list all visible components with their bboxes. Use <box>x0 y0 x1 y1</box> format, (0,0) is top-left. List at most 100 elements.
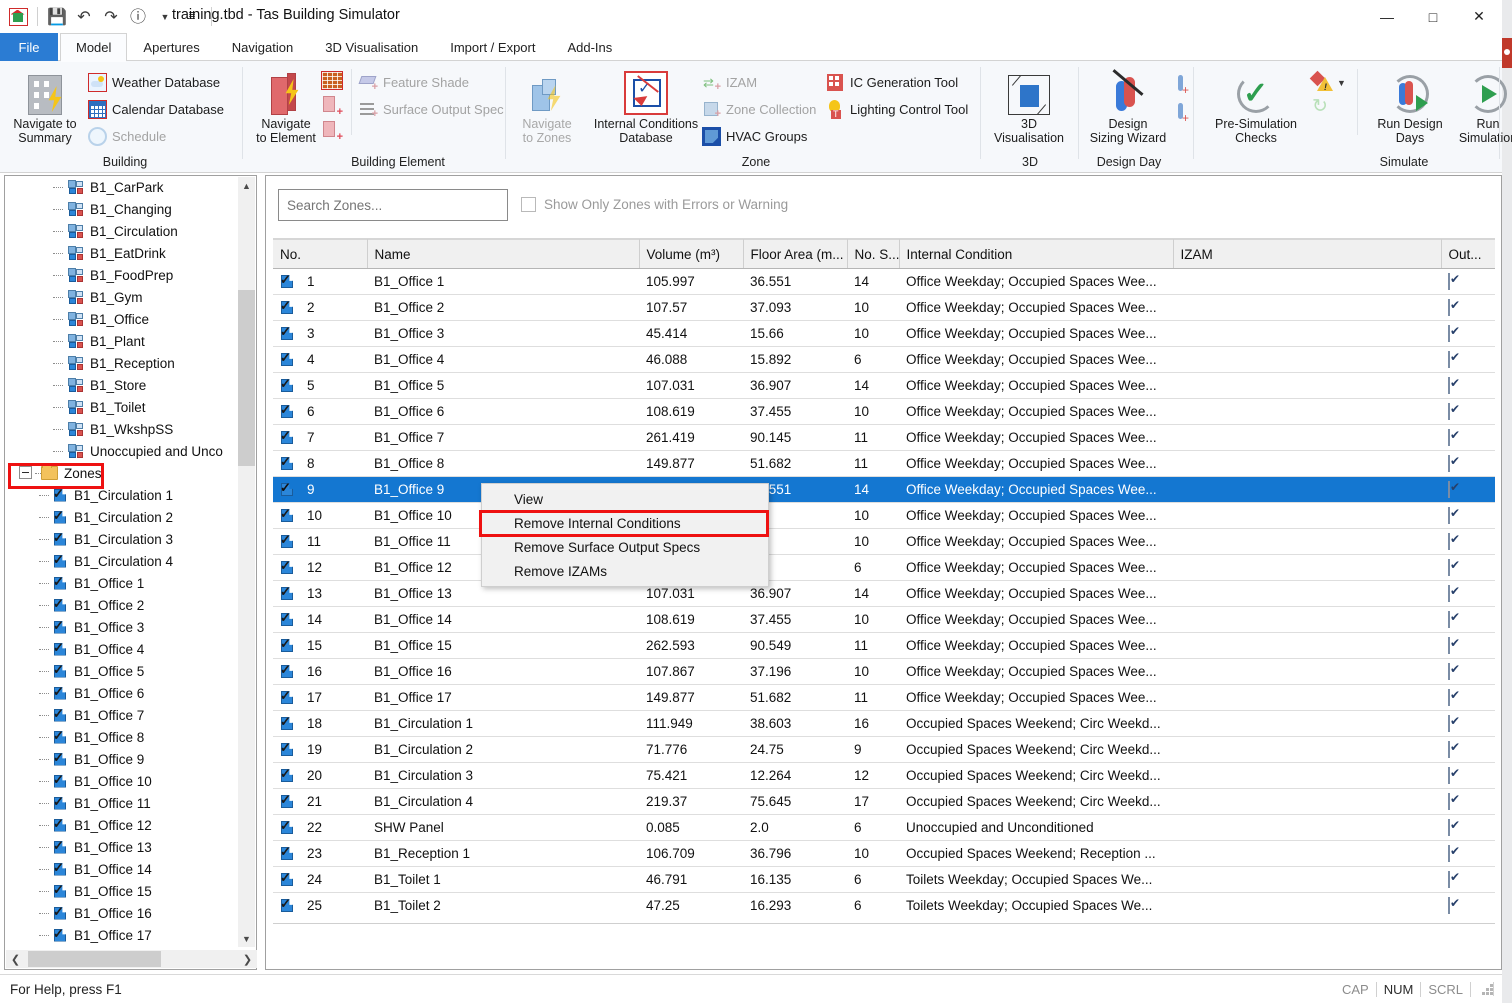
design-sizing-wizard-button[interactable]: Design Sizing Wizard <box>1082 65 1174 145</box>
tree-node-internal-condition[interactable]: B1_Reception <box>5 352 239 374</box>
zones-table-wrapper[interactable]: No. Name Volume (m³) Floor Area (m... No… <box>273 238 1495 918</box>
table-row[interactable]: ✓ 6 B1_Office 6 108.619 37.455 10 Office Weekd… <box>273 398 1495 425</box>
output-checkbox[interactable] <box>1448 897 1450 914</box>
show-only-errors-checkbox[interactable]: Show Only Zones with Errors or Warning <box>521 197 788 212</box>
output-checkbox[interactable] <box>1448 767 1450 784</box>
output-checkbox[interactable] <box>1448 351 1450 368</box>
add-design-day-temperature-icon[interactable]: + <box>1175 75 1189 97</box>
search-input[interactable] <box>278 189 508 221</box>
collapse-zones-icon[interactable] <box>19 466 32 479</box>
brick-wall-icon[interactable] <box>321 71 343 90</box>
cell-output[interactable] <box>1441 346 1495 373</box>
tree-node-internal-condition[interactable]: B1_Changing <box>5 198 239 220</box>
column-header-izam[interactable]: IZAM <box>1173 239 1442 269</box>
cell-output[interactable] <box>1441 450 1495 477</box>
tree-node-zone[interactable]: ✓ B1_Office 10 <box>5 770 239 792</box>
table-row[interactable]: ✓ 2 B1_Office 2 107.57 37.093 10 Office Weekda… <box>273 294 1495 321</box>
cell-output[interactable] <box>1441 632 1495 659</box>
cell-output[interactable] <box>1441 892 1495 918</box>
cell-output[interactable] <box>1441 762 1495 789</box>
table-row[interactable]: ✓ 7 B1_Office 7 261.419 90.145 11 Office Weekd… <box>273 424 1495 451</box>
table-row[interactable]: ✓ 1 B1_Office 1 105.997 36.551 14 Office Weekd… <box>273 268 1495 295</box>
model-tree[interactable]: B1_CarPark B1_Changing B1_Circulation B1_Ea… <box>5 176 239 948</box>
table-row[interactable]: ✓ 25 B1_Toilet 2 47.25 16.293 6 Toilets Weekda… <box>273 892 1495 918</box>
output-checkbox[interactable] <box>1448 533 1450 550</box>
table-row[interactable]: ✓ 24 B1_Toilet 1 46.791 16.135 6 Toilets Weekd… <box>273 866 1495 893</box>
lighting-control-tool-button[interactable]: Lighting Control Tool <box>826 100 968 119</box>
tree-node-zone[interactable]: ✓ B1_Office 1 <box>5 572 239 594</box>
cell-output[interactable] <box>1441 788 1495 815</box>
cell-output[interactable] <box>1441 606 1495 633</box>
output-checkbox[interactable] <box>1448 273 1450 290</box>
output-checkbox[interactable] <box>1448 715 1450 732</box>
tree-node-zone[interactable]: ✓ B1_Office 7 <box>5 704 239 726</box>
tree-node-internal-condition[interactable]: B1_EatDrink <box>5 242 239 264</box>
minimize-button[interactable]: — <box>1364 0 1410 33</box>
tree-node-internal-condition[interactable]: B1_Plant <box>5 330 239 352</box>
tree-node-internal-condition[interactable]: Unoccupied and Unco <box>5 440 239 462</box>
tab-navigation[interactable]: Navigation <box>216 33 309 61</box>
column-header-out[interactable]: Out... <box>1441 239 1495 269</box>
tree-node-internal-condition[interactable]: B1_Gym <box>5 286 239 308</box>
output-checkbox[interactable] <box>1448 845 1450 862</box>
output-checkbox[interactable] <box>1448 663 1450 680</box>
cell-output[interactable] <box>1441 580 1495 607</box>
tab-add-ins[interactable]: Add-Ins <box>551 33 628 61</box>
context-menu-item-view[interactable]: View <box>482 487 768 511</box>
navigate-to-element-button[interactable]: Navigate to Element <box>249 65 323 145</box>
table-row[interactable]: ✓ 19 B1_Circulation 2 71.776 24.75 9 Occupied … <box>273 736 1495 763</box>
undo-icon[interactable]: ↶ <box>72 5 96 29</box>
output-checkbox[interactable] <box>1448 871 1450 888</box>
tree-node-zone[interactable]: ✓ B1_Office 2 <box>5 594 239 616</box>
tree-node-internal-condition[interactable]: B1_WkshpSS <box>5 418 239 440</box>
help-icon[interactable]: ⓘ <box>126 5 150 29</box>
checkbox-icon[interactable] <box>521 197 536 212</box>
column-header-internal-condition[interactable]: Internal Condition <box>899 239 1174 269</box>
cell-output[interactable] <box>1441 658 1495 685</box>
context-menu-item-remove-surface-output-specs[interactable]: Remove Surface Output Specs <box>482 535 768 559</box>
close-button[interactable]: ✕ <box>1456 0 1502 33</box>
output-checkbox[interactable] <box>1448 299 1450 316</box>
tree-node-zone[interactable]: ✓ B1_Office 13 <box>5 836 239 858</box>
tree-node-zone[interactable]: ✓ B1_Office 14 <box>5 858 239 880</box>
tab-apertures[interactable]: Apertures <box>127 33 215 61</box>
table-row[interactable]: ✓9B1_Office 9105.99736.55114Office Weekd… <box>273 476 1495 503</box>
output-checkbox[interactable] <box>1448 793 1450 810</box>
ic-generation-tool-button[interactable]: IC Generation Tool <box>826 73 958 92</box>
column-header-floor-area[interactable]: Floor Area (m... <box>743 239 848 269</box>
tab-3d-visualisation[interactable]: 3D Visualisation <box>309 33 434 61</box>
column-header-volume[interactable]: Volume (m³) <box>639 239 744 269</box>
tab-model[interactable]: Model <box>60 33 128 62</box>
cell-output[interactable] <box>1441 684 1495 711</box>
table-row[interactable]: ✓ 22 SHW Panel 0.085 2.0 6 Unoccupied and Unco… <box>273 814 1495 841</box>
output-checkbox[interactable] <box>1448 741 1450 758</box>
scroll-right-icon[interactable]: ❯ <box>238 950 257 968</box>
tree-node-zone[interactable]: ✓ B1_Office 12 <box>5 814 239 836</box>
column-header-no-surfaces[interactable]: No. S... <box>847 239 900 269</box>
output-checkbox[interactable] <box>1448 455 1450 472</box>
maximize-button[interactable]: □ <box>1410 0 1456 33</box>
tree-node-zone[interactable]: ✓ B1_Circulation 1 <box>5 484 239 506</box>
tree-node-internal-condition[interactable]: B1_FoodPrep <box>5 264 239 286</box>
chevron-down-icon[interactable]: ▼ <box>1337 78 1346 88</box>
tree-node-zone[interactable]: ✓ B1_Office 17 <box>5 924 239 946</box>
tree-node-zone[interactable]: ✓ B1_Office 16 <box>5 902 239 924</box>
table-row[interactable]: ✓10B1_Office 10310Office Weekday; Occupi… <box>273 502 1495 529</box>
run-design-days-button[interactable]: Run Design Days <box>1366 65 1454 145</box>
tab-import-export[interactable]: Import / Export <box>434 33 551 61</box>
tree-hscrollbar-thumb[interactable] <box>28 951 161 967</box>
tree-node-zone[interactable]: ✓ B1_Office 15 <box>5 880 239 902</box>
scroll-left-icon[interactable]: ❮ <box>6 950 25 968</box>
cell-output[interactable] <box>1441 502 1495 529</box>
tree-node-zone[interactable]: ✓ B1_Circulation 3 <box>5 528 239 550</box>
output-checkbox[interactable] <box>1448 325 1450 342</box>
table-row[interactable]: ✓ 21 B1_Circulation 4 219.37 75.645 17 Occupie… <box>273 788 1495 815</box>
cell-output[interactable] <box>1441 866 1495 893</box>
context-menu-item-remove-izams[interactable]: Remove IZAMs <box>482 559 768 583</box>
output-checkbox[interactable] <box>1448 559 1450 576</box>
output-checkbox[interactable] <box>1448 689 1450 706</box>
home-icon[interactable] <box>6 5 30 29</box>
table-row[interactable]: ✓ 20 B1_Circulation 3 75.421 12.264 12 Occupie… <box>273 762 1495 789</box>
cell-output[interactable] <box>1441 710 1495 737</box>
table-row[interactable]: ✓ 23 B1_Reception 1 106.709 36.796 10 Occupied… <box>273 840 1495 867</box>
